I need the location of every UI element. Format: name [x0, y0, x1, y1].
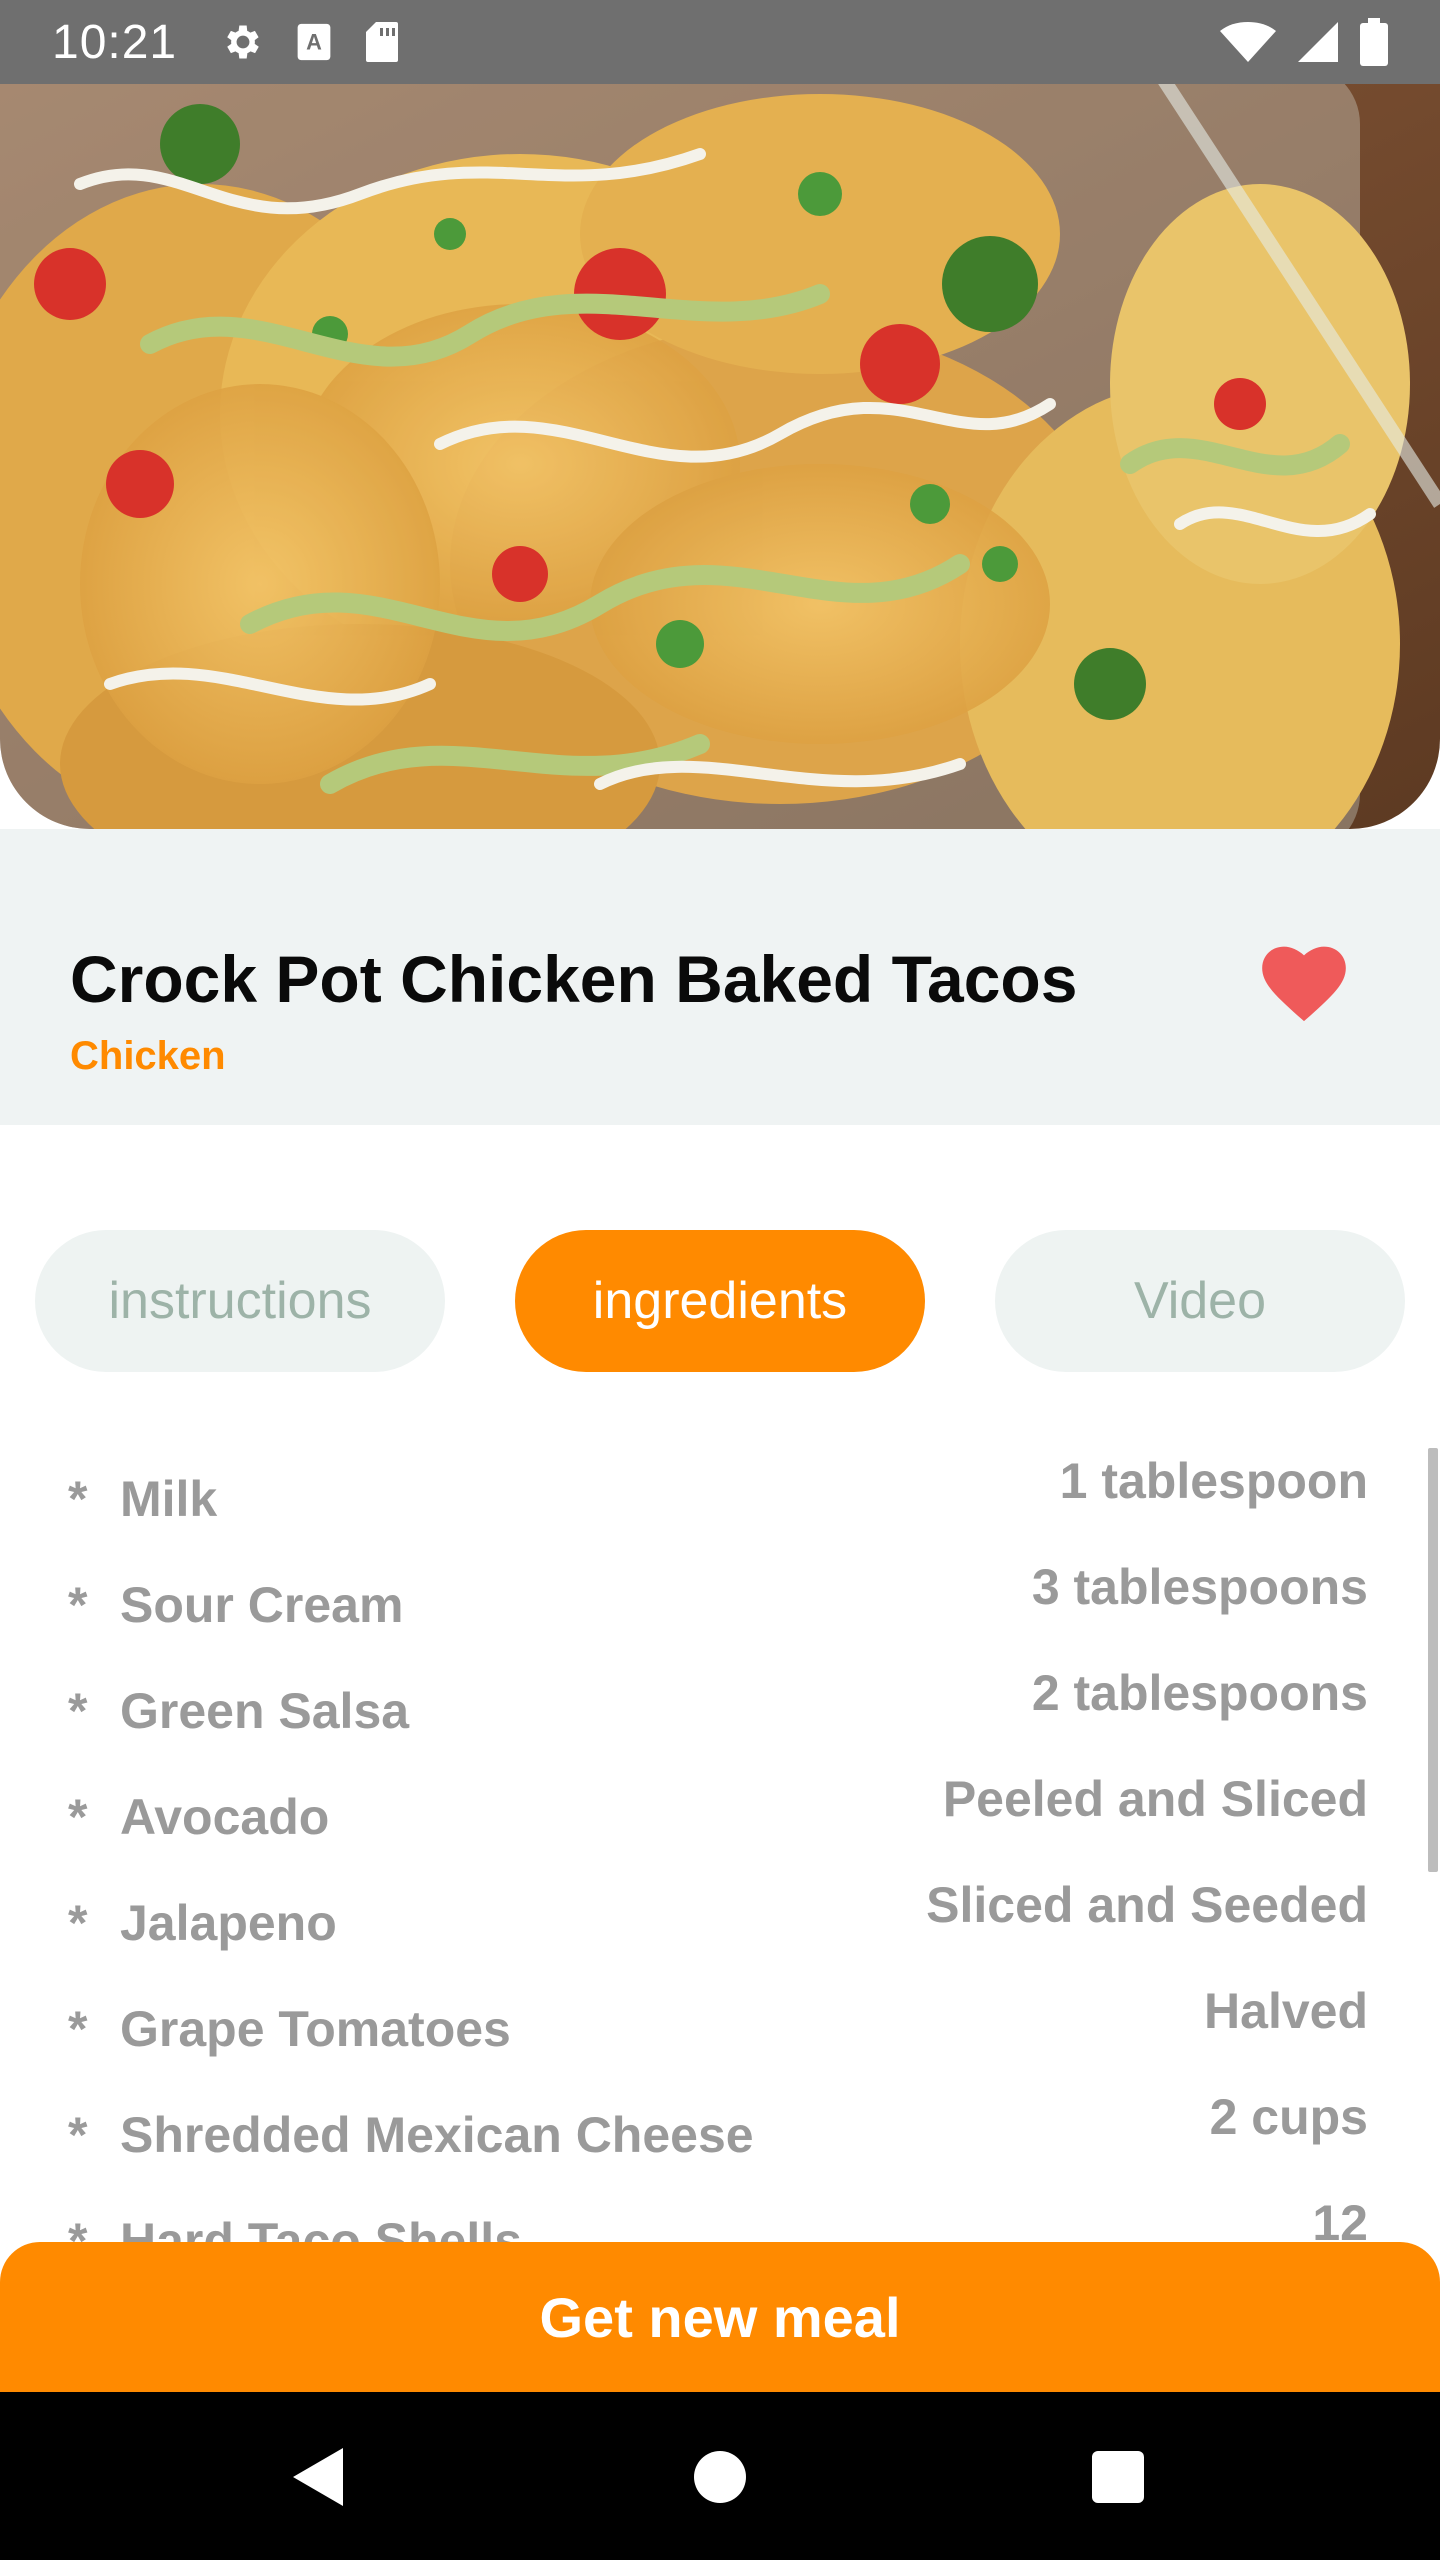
ingredient-measure: 2 cups	[1209, 2089, 1368, 2145]
system-nav-bar	[0, 2392, 1440, 2560]
recipe-tabs: instructions ingredients Video	[0, 1230, 1440, 1372]
ingredient-measure: 12	[1312, 2195, 1368, 2242]
battery-icon	[1360, 18, 1388, 66]
recents-button[interactable]	[1083, 2442, 1153, 2512]
back-icon	[289, 2446, 347, 2508]
bullet: *	[68, 2107, 88, 2163]
ingredient-name: Shredded Mexican Cheese	[120, 2107, 754, 2163]
list-item: * Hard Taco Shells 12	[0, 2182, 1440, 2242]
list-item: * Avocado Peeled and Sliced	[0, 1758, 1440, 1864]
ingredient-name: Grape Tomatoes	[120, 2001, 511, 2057]
meal-category: Chicken	[70, 1034, 226, 1078]
ingredient-name: Milk	[120, 1471, 218, 1527]
bullet: *	[68, 2001, 88, 2057]
status-time: 10:21	[52, 15, 178, 69]
recents-icon	[1090, 2449, 1146, 2505]
ingredient-name: Avocado	[120, 1789, 330, 1845]
bullet: *	[68, 1577, 88, 1633]
ingredient-name: Jalapeno	[120, 1895, 337, 1951]
heart-icon	[1260, 943, 1348, 1023]
meal-title: Crock Pot Chicken Baked Tacos	[70, 942, 1078, 1016]
ingredient-name: Hard Taco Shells	[120, 2213, 522, 2242]
signal-icon	[1296, 20, 1340, 64]
recipe-screen: 10:21 A Crock Pot Chicken Baked Tacos Ch…	[0, 0, 1440, 2560]
keyboard-a-icon: A	[295, 22, 333, 62]
bullet: *	[68, 1895, 88, 1951]
ingredient-measure: Peeled and Sliced	[942, 1771, 1368, 1827]
home-icon	[693, 2450, 747, 2504]
list-item: * Jalapeno Sliced and Seeded	[0, 1864, 1440, 1970]
ingredient-name: Green Salsa	[120, 1683, 410, 1739]
back-button[interactable]	[283, 2442, 353, 2512]
svg-text:A: A	[306, 29, 322, 54]
status-bar: 10:21 A	[0, 0, 1440, 84]
ingredient-name: Sour Cream	[120, 1577, 404, 1633]
sd-card-icon	[363, 20, 401, 64]
ingredient-measure: Halved	[1204, 1983, 1368, 2039]
bullet: *	[68, 1471, 88, 1527]
scrollbar[interactable]	[1428, 1448, 1438, 1872]
meal-header: Crock Pot Chicken Baked Tacos Chicken	[0, 829, 1440, 1125]
settings-icon	[221, 20, 265, 64]
list-item: * Shredded Mexican Cheese 2 cups	[0, 2076, 1440, 2182]
tab-ingredients[interactable]: ingredients	[515, 1230, 925, 1372]
get-new-meal-button[interactable]: Get new meal	[0, 2242, 1440, 2392]
bullet: *	[68, 2213, 88, 2242]
favorite-button[interactable]	[1258, 937, 1350, 1029]
tab-instructions[interactable]: instructions	[35, 1230, 445, 1372]
ingredient-measure: 1 tablespoon	[1059, 1453, 1368, 1509]
list-item: * Green Salsa 2 tablespoons	[0, 1652, 1440, 1758]
list-item: * Grape Tomatoes Halved	[0, 1970, 1440, 2076]
ingredient-measure: 3 tablespoons	[1031, 1559, 1368, 1615]
ingredient-measure: 2 tablespoons	[1031, 1665, 1368, 1721]
ingredients-list[interactable]: * Milk 1 tablespoon * Sour Cream 3 table…	[0, 1440, 1440, 2242]
list-item: * Milk 1 tablespoon	[0, 1440, 1440, 1546]
ingredient-measure: Sliced and Seeded	[926, 1877, 1368, 1933]
tab-video[interactable]: Video	[995, 1230, 1405, 1372]
wifi-icon	[1220, 20, 1276, 64]
bullet: *	[68, 1789, 88, 1845]
home-button[interactable]	[685, 2442, 755, 2512]
list-item: * Sour Cream 3 tablespoons	[0, 1546, 1440, 1652]
meal-image	[0, 84, 1440, 829]
bullet: *	[68, 1683, 88, 1739]
